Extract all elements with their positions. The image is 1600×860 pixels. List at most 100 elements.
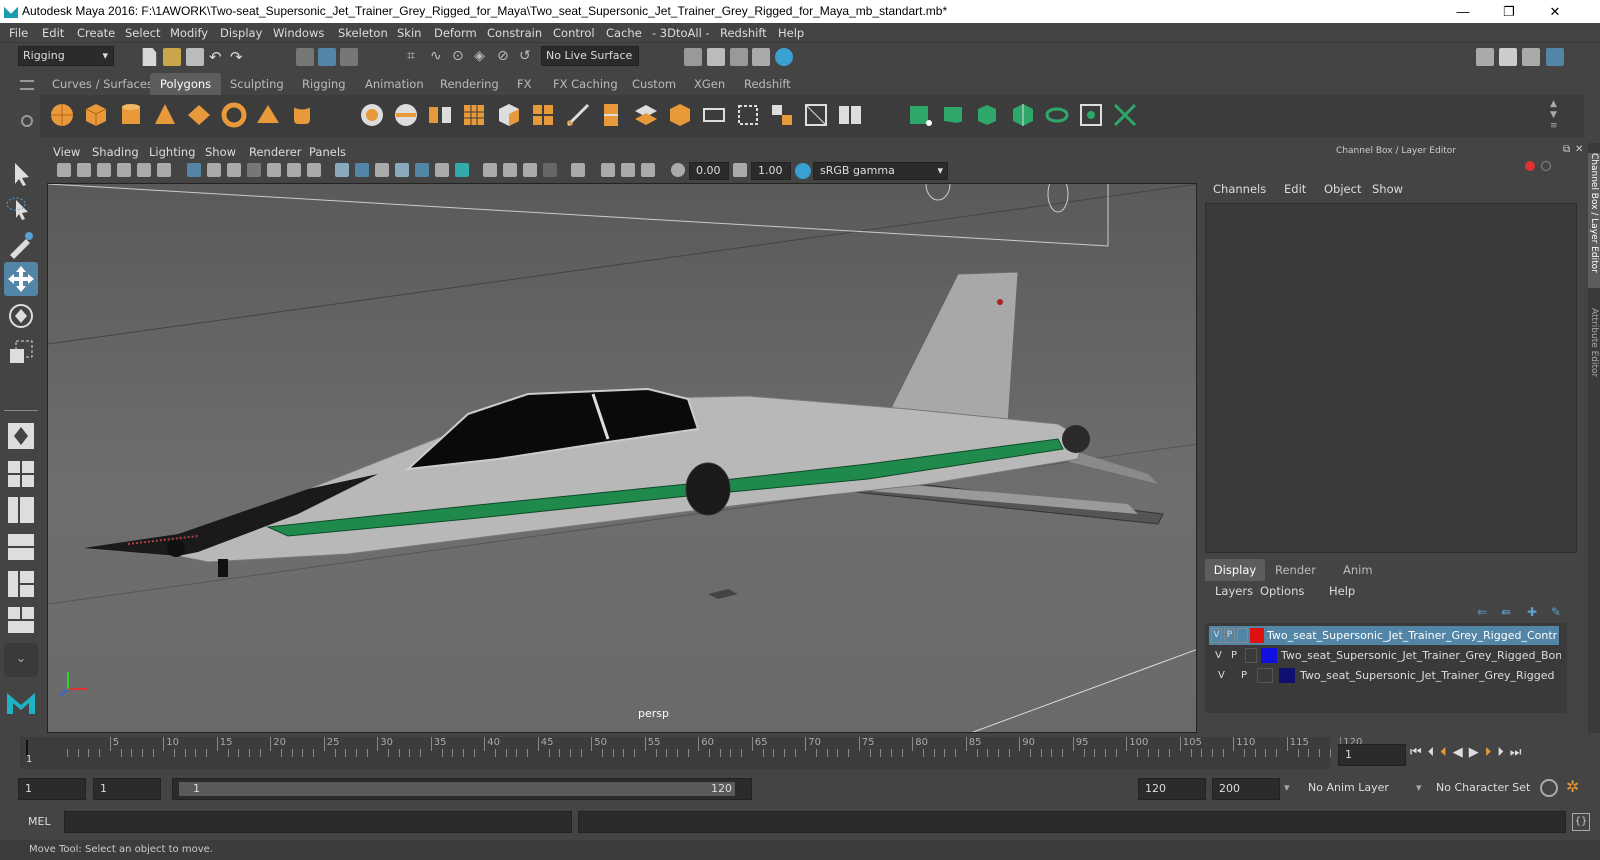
cleanup-icon[interactable]: [1077, 101, 1105, 129]
channel-list[interactable]: [1205, 203, 1577, 553]
poly-pyramid-icon[interactable]: [254, 101, 282, 129]
safe-title-icon[interactable]: [307, 163, 321, 177]
mesh-display-icon[interactable]: [907, 101, 935, 129]
snap-point-icon[interactable]: ⊙: [452, 48, 470, 66]
safe-action-icon[interactable]: [287, 163, 301, 177]
backface-culling-icon[interactable]: [641, 163, 655, 177]
depth-of-field-icon[interactable]: [523, 163, 537, 177]
shelf-tab-fx[interactable]: FX: [517, 77, 532, 91]
menu-windows[interactable]: Windows: [273, 26, 324, 40]
shelf-tab-animation[interactable]: Animation: [365, 77, 424, 91]
snap-live-icon[interactable]: ⊘: [497, 48, 515, 66]
layer-reference-toggle[interactable]: [1245, 648, 1257, 663]
poly-cone-icon[interactable]: [151, 101, 179, 129]
automatic-map-icon[interactable]: [768, 101, 796, 129]
cb-menu-object[interactable]: Object: [1324, 182, 1361, 196]
poly-pipe-icon[interactable]: [288, 101, 316, 129]
paint-select-tool-icon[interactable]: [4, 227, 38, 261]
shelf-tab-curves-surfaces[interactable]: Curves / Surfaces: [52, 77, 153, 91]
menu-create[interactable]: Create: [77, 26, 115, 40]
film-gate-icon[interactable]: [207, 163, 221, 177]
vp-menu-view[interactable]: View: [53, 145, 80, 159]
layer-color-swatch[interactable]: [1279, 668, 1295, 683]
layer-row-controllers[interactable]: V P Two_seat_Supersonic_Jet_Trainer_Grey…: [1209, 626, 1559, 645]
layer-visibility-toggle[interactable]: V: [1215, 646, 1222, 665]
range-slider[interactable]: 1 120: [172, 778, 752, 800]
vp-menu-panels[interactable]: Panels: [309, 145, 346, 159]
poly-cylinder-icon[interactable]: [117, 101, 145, 129]
ipr-render-icon[interactable]: [730, 48, 748, 66]
anim-layer-dropdown[interactable]: No Anim Layer: [1302, 778, 1414, 800]
shelf-settings-icon[interactable]: [21, 115, 33, 127]
exposure-field[interactable]: 0.00: [689, 162, 729, 180]
shelf-tab-rigging[interactable]: Rigging: [302, 77, 346, 91]
new-scene-icon[interactable]: [142, 48, 157, 66]
layer-visibility-toggle[interactable]: V: [1218, 666, 1225, 685]
shelf-tab-custom[interactable]: Custom: [632, 77, 676, 91]
minimize-button[interactable]: —: [1440, 0, 1486, 23]
isolate-select-icon[interactable]: [543, 163, 557, 177]
perspective-viewport[interactable]: persp: [47, 183, 1197, 733]
soften-edge-icon[interactable]: [941, 101, 969, 129]
layer-menu-options[interactable]: Options: [1260, 584, 1304, 598]
menu-select[interactable]: Select: [125, 26, 160, 40]
shelf-tab-rendering[interactable]: Rendering: [440, 77, 499, 91]
redo-icon[interactable]: ↷: [230, 48, 248, 66]
shelf-tab-fx-caching[interactable]: FX Caching: [553, 77, 618, 91]
shelf-scroll-arrows-icon[interactable]: ▲ ▼ ≡: [1550, 99, 1558, 132]
save-scene-icon[interactable]: [186, 48, 204, 66]
auto-key-icon[interactable]: [1540, 779, 1558, 797]
layer-tab-anim[interactable]: Anim: [1343, 563, 1373, 577]
layout-icon[interactable]: [1476, 48, 1494, 66]
step-forward-icon[interactable]: ⏵: [1497, 745, 1510, 760]
side-tab-attribute-editor[interactable]: Attribute Editor: [1588, 308, 1600, 398]
edge-loop-icon[interactable]: [598, 101, 626, 129]
scale-tool-icon[interactable]: [4, 335, 38, 369]
layer-reference-toggle[interactable]: [1257, 668, 1273, 683]
anti-aliasing-icon[interactable]: [503, 163, 517, 177]
new-layer-icon[interactable]: ✚: [1527, 605, 1537, 619]
vp-menu-renderer[interactable]: Renderer: [249, 145, 302, 159]
color-space-dropdown[interactable]: sRGB gamma ▾: [813, 162, 948, 180]
cut-uv-icon[interactable]: [802, 101, 830, 129]
textured-icon[interactable]: [395, 163, 409, 177]
attribute-editor-toggle-icon[interactable]: [1522, 48, 1540, 66]
undo-icon[interactable]: ↶: [209, 48, 227, 66]
restore-button[interactable]: ❐: [1486, 0, 1532, 23]
shelf-tab-xgen[interactable]: XGen: [694, 77, 725, 91]
grid-toggle-icon[interactable]: [187, 163, 201, 177]
layer-menu-layers[interactable]: Layers: [1215, 584, 1253, 598]
uv-editor-icon[interactable]: [700, 101, 728, 129]
animation-end-field[interactable]: 200: [1212, 778, 1280, 800]
vp-menu-shading[interactable]: Shading: [92, 145, 139, 159]
lasso-tool-icon[interactable]: [4, 192, 38, 226]
render-settings-icon[interactable]: [684, 48, 702, 66]
rotate-tool-icon[interactable]: [4, 299, 38, 333]
playback-start-field[interactable]: 1: [93, 778, 161, 800]
play-forwards-icon[interactable]: ▶: [1469, 745, 1485, 760]
layer-playback-toggle[interactable]: P: [1224, 628, 1235, 643]
sew-uv-icon[interactable]: [836, 101, 864, 129]
persp-graph-layout-icon[interactable]: [4, 530, 38, 564]
append-polygon-icon[interactable]: [666, 101, 694, 129]
layer-playback-toggle[interactable]: P: [1241, 666, 1247, 685]
image-plane-icon[interactable]: [117, 163, 131, 177]
field-chart-icon[interactable]: [267, 163, 281, 177]
menu-3dtoall[interactable]: - 3DtoAll -: [652, 26, 710, 40]
smooth-icon[interactable]: [460, 101, 488, 129]
snap-grid-icon[interactable]: ⌗: [407, 48, 425, 66]
shelf-tab-polygons[interactable]: Polygons: [150, 73, 222, 95]
layer-name[interactable]: Two_seat_Supersonic_Jet_Trainer_Grey_Rig…: [1300, 666, 1562, 685]
layer-tab-render[interactable]: Render: [1275, 563, 1316, 577]
wireframe-on-shaded-icon[interactable]: [375, 163, 389, 177]
layer-color-swatch[interactable]: [1261, 648, 1277, 663]
shelf-tab-redshift[interactable]: Redshift: [744, 77, 791, 91]
grease-pencil-icon[interactable]: [157, 163, 171, 177]
snap-view-plane-icon[interactable]: ◈: [474, 48, 492, 66]
extrude-icon[interactable]: [495, 101, 523, 129]
side-tab-channel-box[interactable]: Channel Box / Layer Editor: [1588, 153, 1600, 288]
gate-mask-icon[interactable]: [247, 163, 261, 177]
cb-menu-edit[interactable]: Edit: [1284, 182, 1306, 196]
vp-menu-show[interactable]: Show: [205, 145, 236, 159]
menu-help[interactable]: Help: [778, 26, 804, 40]
